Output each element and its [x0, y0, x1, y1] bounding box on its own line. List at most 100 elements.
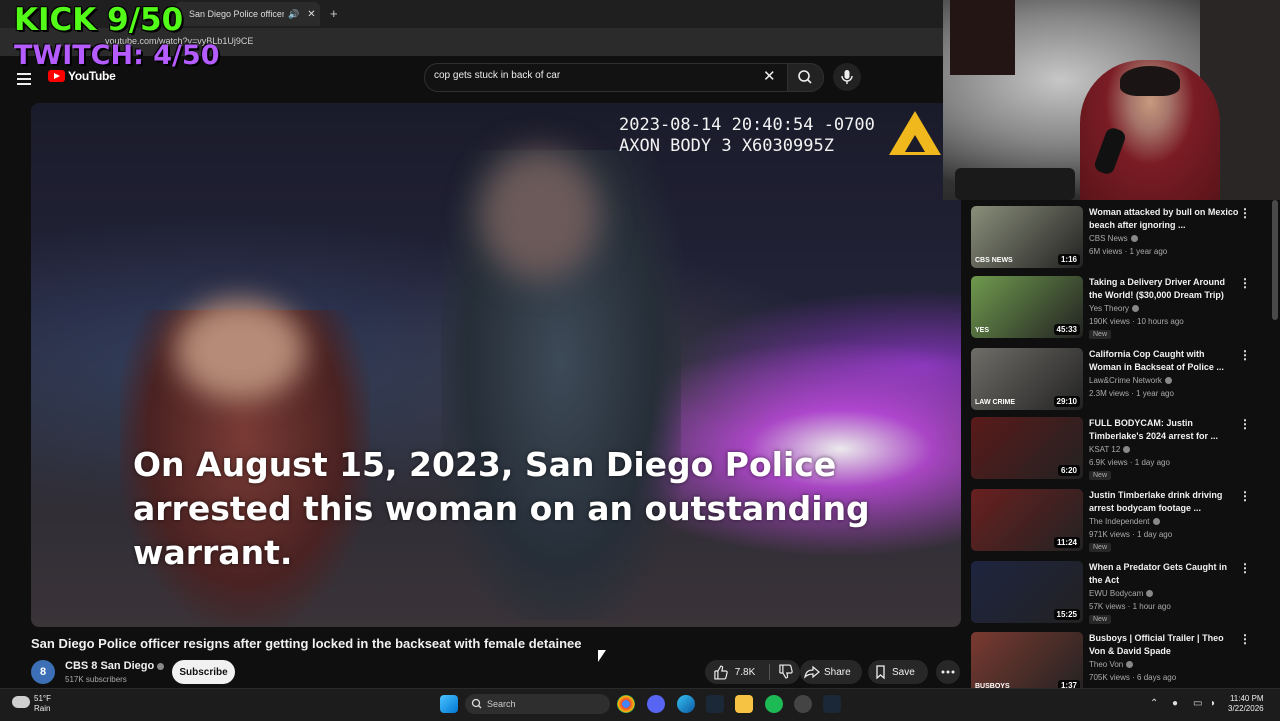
more-vertical-icon[interactable]: ⋮	[1239, 417, 1251, 431]
recommendation-channel[interactable]: EWU Bodycam	[1089, 589, 1154, 598]
video-caption: On August 15, 2023, San Diego Police arr…	[133, 445, 870, 572]
video-duration: 11:24	[1053, 537, 1080, 548]
speaker-icon[interactable]: 🔊	[288, 9, 299, 20]
recommendation-title[interactable]: Woman attacked by bull on Mexico beach a…	[1089, 206, 1239, 232]
edge-icon[interactable]	[677, 695, 695, 713]
video-thumbnail[interactable]: LAW CRIME 29:10	[971, 348, 1083, 410]
thumbnail-label: YES	[975, 327, 990, 334]
recommendation-title[interactable]: Taking a Delivery Driver Around the Worl…	[1089, 276, 1239, 302]
chrome-icon[interactable]	[617, 695, 635, 713]
new-tab-button[interactable]: +	[330, 6, 338, 21]
video-thumbnail[interactable]: BUSBOYS 1:37	[971, 632, 1083, 688]
blurred-face	[480, 150, 600, 280]
microphone-icon[interactable]: ●	[1172, 698, 1178, 709]
video-thumbnail[interactable]: CBS NEWS 1:16	[971, 206, 1083, 268]
subscribe-button[interactable]: Subscribe	[172, 660, 235, 684]
more-vertical-icon[interactable]: ⋮	[1239, 632, 1251, 646]
save-button[interactable]: Save	[868, 660, 928, 684]
recommendation-title[interactable]: California Cop Caught with Woman in Back…	[1089, 348, 1239, 374]
search-icon	[471, 698, 482, 709]
hamburger-menu-icon[interactable]	[17, 70, 31, 88]
recommendation-title[interactable]: Justin Timberlake drink driving arrest b…	[1089, 489, 1239, 515]
recommendation-channel[interactable]: KSAT 12	[1089, 445, 1131, 454]
new-badge: New	[1089, 330, 1112, 339]
new-badge: New	[1089, 543, 1112, 552]
recommendation-channel-name[interactable]: EWU Bodycam	[1089, 589, 1143, 598]
taskbar-clock[interactable]: 11:40 PM 3/22/2026	[1228, 694, 1264, 714]
recommendation-item[interactable]: LAW CRIME 29:10 California Cop Caught with…	[971, 342, 1271, 410]
recommendation-channel-name[interactable]: Theo Von	[1089, 660, 1123, 669]
recommendation-channel-name[interactable]: KSAT 12	[1089, 445, 1120, 454]
recommendation-channel[interactable]: CBS News	[1089, 234, 1138, 243]
share-button[interactable]: Share	[800, 660, 862, 684]
weather-widget[interactable]: 51°F Rain	[34, 694, 51, 714]
more-actions-button[interactable]	[936, 660, 960, 684]
network-icon[interactable]: ▭	[1193, 698, 1202, 709]
steam-icon[interactable]	[823, 695, 841, 713]
recommendation-item[interactable]: YES 45:33 Taking a Delivery Driver Around …	[971, 270, 1271, 339]
more-horizontal-icon	[941, 670, 955, 674]
video-thumbnail[interactable]: YES 45:33	[971, 276, 1083, 338]
taskbar-search[interactable]: Search	[465, 694, 610, 714]
recommendation-item[interactable]: BUSBOYS 1:37 Busboys | Official Trailer | …	[971, 626, 1271, 688]
recommendation-meta: 190K views · 10 hours ago	[1089, 317, 1184, 326]
weather-cloud-icon[interactable]	[12, 696, 30, 708]
channel-name[interactable]: CBS 8 San Diego	[65, 660, 165, 672]
thumbs-up-icon[interactable]	[705, 660, 735, 684]
recommendation-item[interactable]: CBS NEWS 1:16 Woman attacked by bull on Me…	[971, 200, 1271, 268]
recommendation-channel[interactable]: Law&Crime Network	[1089, 376, 1172, 385]
more-vertical-icon[interactable]: ⋮	[1239, 348, 1251, 362]
browser-tab[interactable]: San Diego Police officer res 🔊 ✕	[175, 2, 320, 26]
close-tab-icon[interactable]: ✕	[307, 9, 315, 20]
timestamp-line-1: 2023-08-14 20:40:54 -0700	[619, 115, 875, 135]
more-vertical-icon[interactable]: ⋮	[1239, 561, 1251, 575]
search-query[interactable]: cop gets stuck in back of car	[434, 70, 560, 81]
recommendation-meta: 705K views · 6 days ago	[1089, 673, 1177, 682]
recommendation-channel-name[interactable]: Yes Theory	[1089, 304, 1129, 313]
clear-search-icon[interactable]: ✕	[763, 67, 776, 85]
recommendation-channel-name[interactable]: The Independent	[1089, 517, 1150, 526]
search-button[interactable]	[787, 63, 824, 92]
video-thumbnail[interactable]: 15:25	[971, 561, 1083, 623]
recommendation-title[interactable]: FULL BODYCAM: Justin Timberlake's 2024 a…	[1089, 417, 1239, 443]
file-explorer-icon[interactable]	[735, 695, 753, 713]
youtube-logo-text: YouTube	[68, 69, 116, 83]
recommendation-meta: 2.3M views · 1 year ago	[1089, 389, 1174, 398]
like-dislike-group: 7.8K	[705, 660, 800, 684]
sidebar-scrollbar[interactable]	[1272, 200, 1278, 320]
more-vertical-icon[interactable]: ⋮	[1239, 276, 1251, 290]
windows-start-icon[interactable]	[440, 695, 458, 713]
recommendation-title[interactable]: When a Predator Gets Caught in the Act	[1089, 561, 1239, 587]
share-label: Share	[824, 666, 851, 678]
recommendation-channel-name[interactable]: CBS News	[1089, 234, 1128, 243]
video-thumbnail[interactable]: 11:24	[971, 489, 1083, 551]
more-vertical-icon[interactable]: ⋮	[1239, 489, 1251, 503]
recommendation-channel[interactable]: Theo Von	[1089, 660, 1134, 669]
youtube-logo[interactable]: YouTube	[48, 69, 116, 83]
recommendation-meta: 971K views · 1 day ago	[1089, 530, 1173, 539]
recommendation-meta: 6.9K views · 1 day ago	[1089, 458, 1170, 467]
recommendation-meta: 6M views · 1 year ago	[1089, 247, 1168, 256]
recommendation-item[interactable]: 15:25 When a Predator Gets Caught in the …	[971, 555, 1271, 624]
video-duration: 15:25	[1053, 609, 1080, 620]
chevron-up-icon[interactable]: ⌃	[1150, 698, 1158, 709]
video-thumbnail[interactable]: 6:20	[971, 417, 1083, 479]
thumbs-down-icon[interactable]	[770, 660, 800, 684]
recommendation-item[interactable]: 11:24 Justin Timberlake drink driving arr…	[971, 483, 1271, 552]
recommendation-channel[interactable]: Yes Theory	[1089, 304, 1140, 313]
like-count[interactable]: 7.8K	[735, 667, 756, 678]
channel-avatar[interactable]: 8	[31, 660, 55, 684]
recommendation-channel[interactable]: The Independent	[1089, 517, 1160, 526]
steam-icon[interactable]	[706, 695, 724, 713]
volume-icon[interactable]: ◗	[1210, 698, 1216, 709]
spotify-icon[interactable]	[765, 695, 783, 713]
recommendation-item[interactable]: 6:20 FULL BODYCAM: Justin Timberlake's 20…	[971, 411, 1271, 480]
recommendation-title[interactable]: Busboys | Official Trailer | Theo Von & …	[1089, 632, 1239, 658]
more-vertical-icon[interactable]: ⋮	[1239, 206, 1251, 220]
app-icon[interactable]	[794, 695, 812, 713]
channel-name-text[interactable]: CBS 8 San Diego	[65, 660, 154, 672]
verified-icon	[1126, 661, 1134, 669]
recommendation-channel-name[interactable]: Law&Crime Network	[1089, 376, 1162, 385]
discord-icon[interactable]	[647, 695, 665, 713]
voice-search-button[interactable]	[833, 63, 861, 91]
